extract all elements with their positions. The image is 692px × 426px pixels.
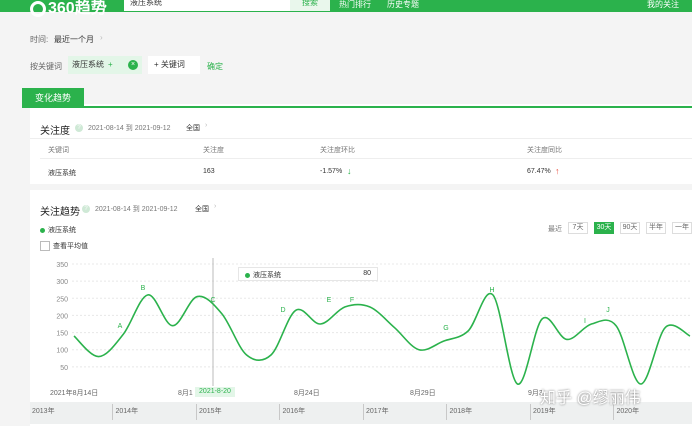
section-divider: [22, 106, 692, 108]
tooltip: 液压系统 80: [238, 267, 378, 281]
timeline-tick: [529, 404, 531, 420]
search-button[interactable]: 搜索: [290, 0, 330, 11]
legend-label: 液压系统: [48, 227, 76, 234]
timeline-year[interactable]: 2018年: [450, 406, 473, 416]
main-panel: [30, 104, 692, 426]
timeline-year[interactable]: 2014年: [116, 406, 139, 416]
range-one-year-button[interactable]: 一年: [672, 222, 692, 234]
trend-title: 关注趋势: [40, 207, 80, 218]
col-yoy: 关注度同比: [527, 147, 562, 154]
timeline-year[interactable]: 2015年: [199, 406, 222, 416]
search-input[interactable]: 液压系统: [124, 0, 290, 11]
timeline-tick: [195, 404, 197, 420]
tooltip-value: 80: [363, 270, 371, 277]
chevron-right-icon[interactable]: ›: [214, 203, 216, 210]
attention-title: 关注度: [40, 126, 70, 137]
close-icon[interactable]: ×: [128, 60, 138, 70]
timeline-year[interactable]: 2016年: [283, 406, 306, 416]
timeline-year[interactable]: 2017年: [366, 406, 389, 416]
range-90d-button[interactable]: 90天: [620, 222, 640, 234]
row-mom: -1.57%: [320, 168, 343, 175]
col-keyword: 关键词: [48, 147, 69, 154]
crosshair-date-label: 2021-8-20: [195, 387, 235, 397]
divider: [30, 138, 692, 139]
logo-text: 360趋势: [48, 0, 107, 17]
range-half-year-button[interactable]: 半年: [646, 222, 666, 234]
legend-dot-icon: [245, 272, 250, 278]
top-bar: 360趋势 液压系统 搜索 热门排行 历史专题 我的关注: [0, 0, 692, 17]
col-mom: 关注度环比: [320, 147, 355, 154]
range-label: 最近: [548, 226, 562, 233]
trend-scope[interactable]: 全国: [195, 204, 209, 214]
timeline-tick: [446, 404, 447, 420]
tooltip-series: 液压系统: [245, 270, 281, 280]
row-keyword: 液压系统: [48, 170, 76, 177]
range-7d-button[interactable]: 7天: [568, 222, 588, 234]
row-value: 163: [203, 168, 215, 175]
plus-icon[interactable]: +: [108, 60, 113, 69]
show-average-checkbox[interactable]: [40, 241, 50, 251]
timeline-tick: [362, 404, 364, 420]
confirm-button[interactable]: 确定: [207, 61, 223, 72]
section-gap: [30, 184, 692, 190]
divider: [40, 158, 692, 159]
keyword-tag[interactable]: 液压系统 + ×: [68, 56, 142, 74]
legend-dot-icon: [40, 227, 45, 233]
time-label: 时间:: [30, 35, 49, 44]
add-keyword-button[interactable]: + 关键词: [148, 56, 200, 74]
timeline-tick: [112, 404, 113, 420]
chevron-right-icon[interactable]: ›: [100, 33, 103, 42]
logo-ring-icon: [30, 0, 46, 17]
show-average-label: 查看平均值: [53, 243, 88, 250]
keyword-tag-label: 液压系统: [72, 60, 104, 69]
range-30d-button[interactable]: 30天: [594, 222, 614, 234]
trend-date-range: 2021-08-14 到 2021-09-12: [95, 206, 178, 213]
attention-scope[interactable]: 全国: [186, 123, 200, 133]
timeline-tick: [279, 404, 280, 420]
nav-my-follows[interactable]: 我的关注: [647, 0, 679, 10]
nav-hot-ranking[interactable]: 热门排行: [339, 0, 371, 10]
section-tab-trend[interactable]: 变化趋势: [22, 88, 84, 108]
logo[interactable]: 360趋势: [30, 0, 107, 18]
arrow-up-icon: ↑: [555, 166, 560, 176]
help-icon[interactable]: ?: [82, 205, 90, 213]
legend-item[interactable]: 液压系统: [40, 225, 76, 235]
chevron-right-icon[interactable]: ›: [205, 122, 207, 129]
watermark: 知乎 @缪丽伟: [540, 390, 641, 407]
help-icon[interactable]: ?: [75, 124, 83, 132]
arrow-down-icon: ↓: [347, 166, 352, 176]
keyword-label: 按关键词: [30, 62, 62, 71]
timeline-year[interactable]: 2013年: [32, 406, 55, 416]
attention-date-range: 2021-08-14 到 2021-09-12: [88, 125, 171, 132]
tooltip-name: 液压系统: [253, 272, 281, 279]
col-attention: 关注度: [203, 147, 224, 154]
time-value[interactable]: 最近一个月: [54, 34, 94, 45]
nav-history-topics[interactable]: 历史专题: [387, 0, 419, 10]
row-yoy: 67.47%: [527, 168, 551, 175]
